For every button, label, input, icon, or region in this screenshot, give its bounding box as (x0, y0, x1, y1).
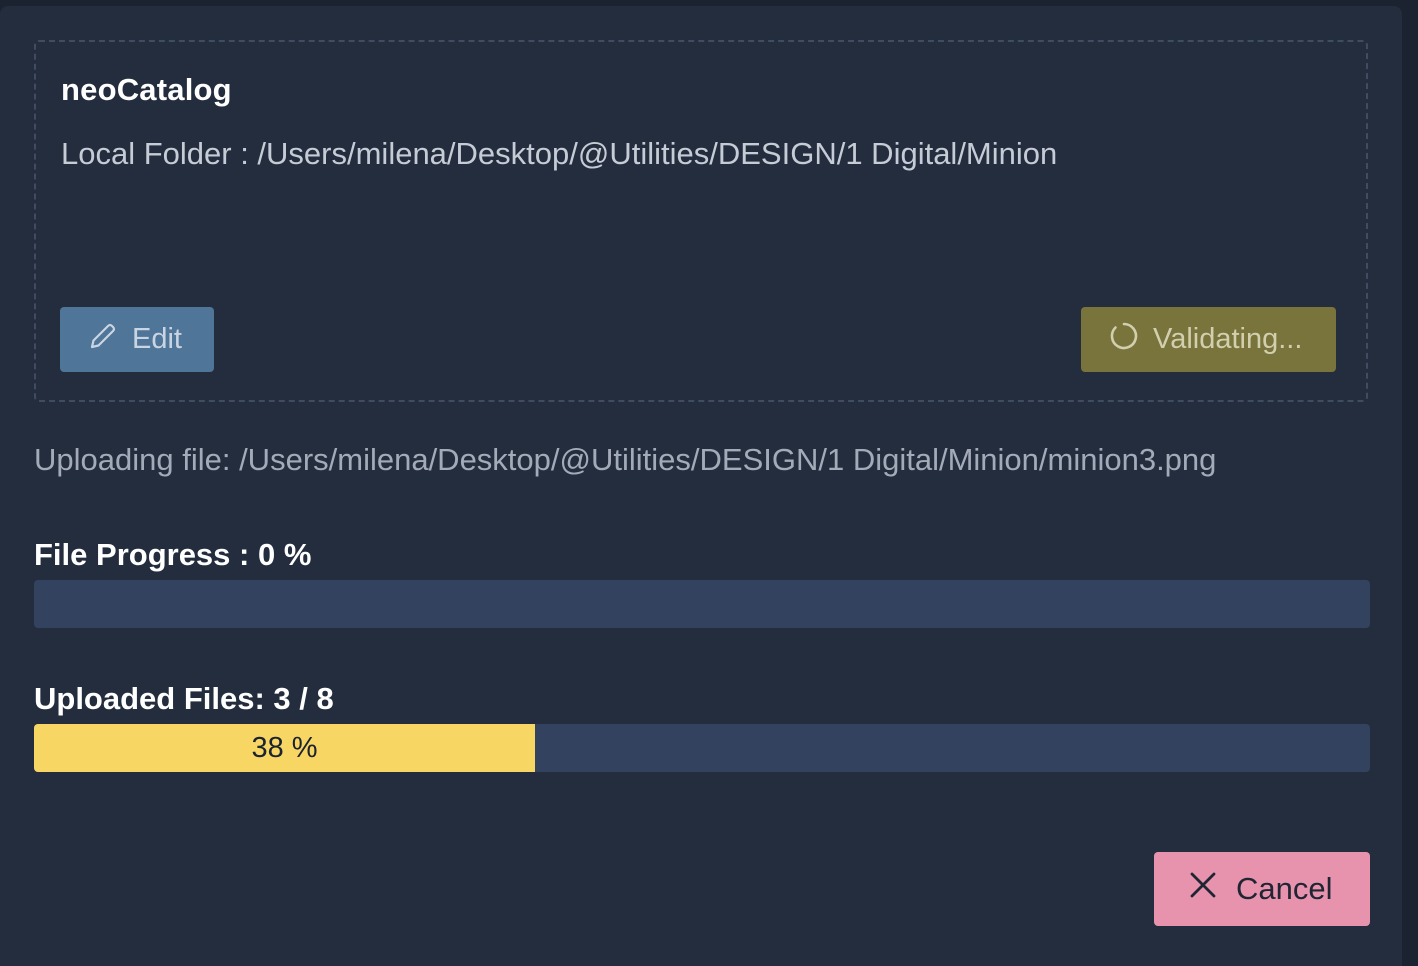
catalog-title: neoCatalog (61, 72, 232, 107)
cancel-button[interactable]: Cancel (1154, 852, 1370, 926)
current-upload-file: Uploading file: /Users/milena/Desktop/@U… (34, 442, 1217, 477)
local-folder-path: Local Folder : /Users/milena/Desktop/@Ut… (61, 136, 1058, 171)
uploaded-files-fill: 38 % (34, 724, 535, 772)
close-icon (1188, 870, 1236, 908)
spinner-icon (1109, 321, 1153, 359)
edit-button-label: Edit (132, 323, 182, 355)
uploaded-files-label: Uploaded Files: 3 / 8 (34, 681, 334, 716)
file-progress-bar (34, 580, 1370, 628)
uploaded-percent-label: 38 % (251, 731, 318, 764)
pencil-icon (88, 321, 132, 359)
validating-button[interactable]: Validating... (1081, 307, 1336, 372)
file-progress-label: File Progress : 0 % (34, 537, 312, 572)
validating-button-label: Validating... (1153, 323, 1303, 355)
catalog-card: neoCatalog Local Folder : /Users/milena/… (34, 40, 1368, 402)
uploaded-files-bar: 38 % (34, 724, 1370, 772)
cancel-button-label: Cancel (1236, 871, 1333, 906)
edit-button[interactable]: Edit (60, 307, 214, 372)
upload-panel: neoCatalog Local Folder : /Users/milena/… (0, 6, 1402, 966)
